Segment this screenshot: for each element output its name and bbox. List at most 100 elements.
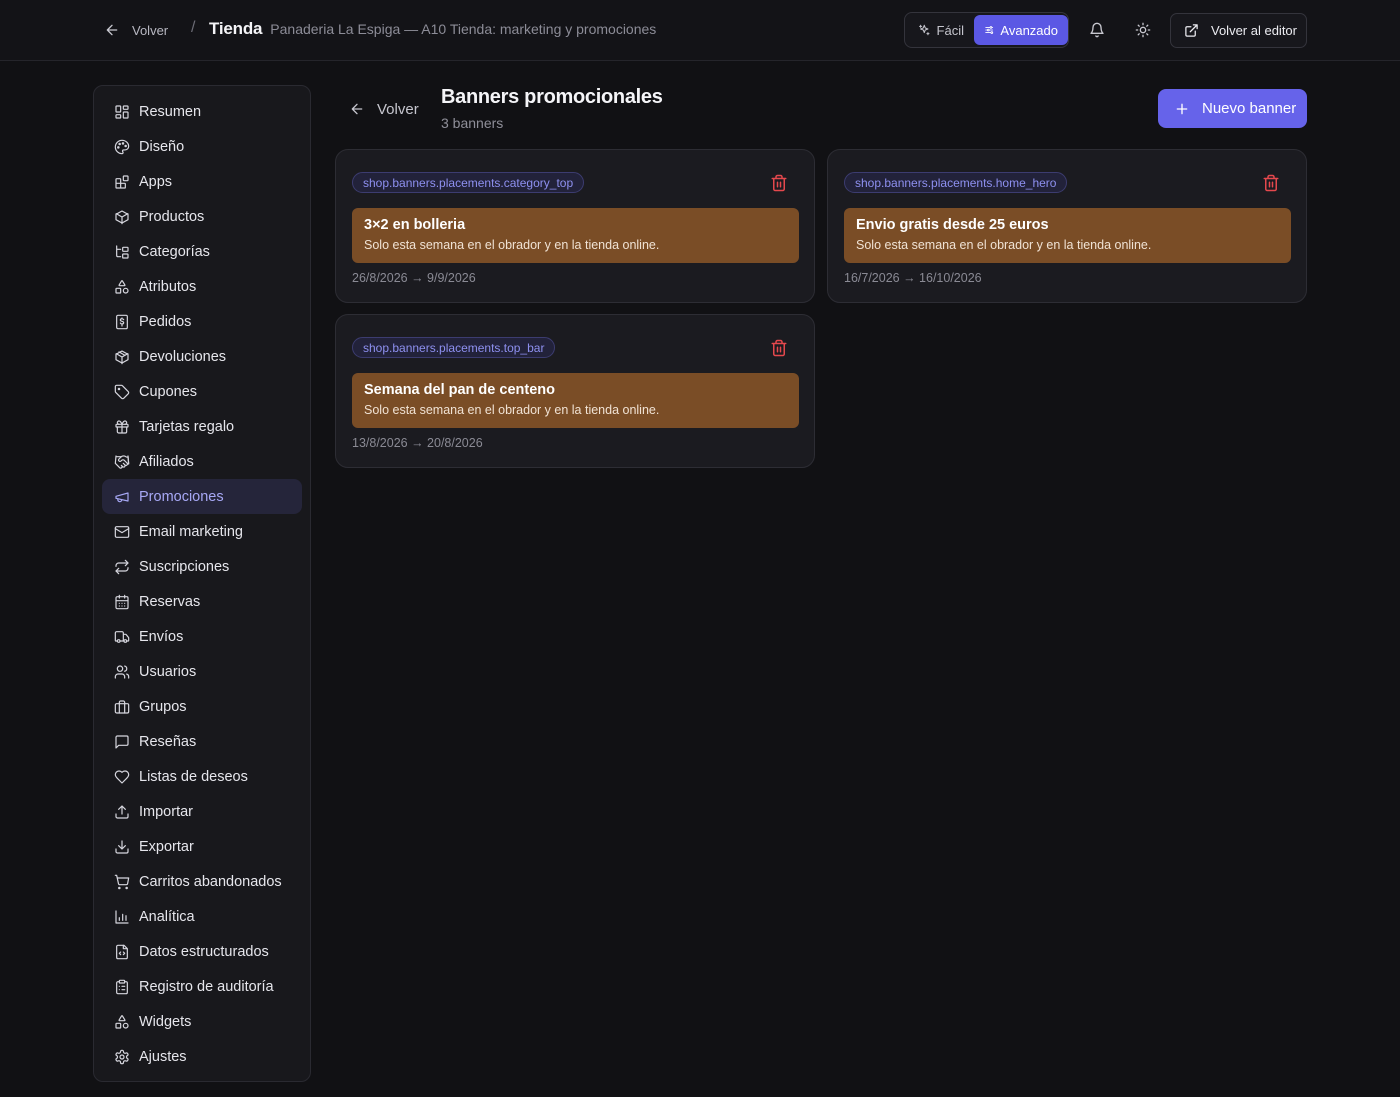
notifications-button[interactable] xyxy=(1085,18,1109,42)
top-back-label: Volver xyxy=(132,22,169,38)
sidebar-item-pedidos[interactable]: Pedidos xyxy=(102,304,302,339)
banner-preview[interactable]: Envio gratis desde 25 euros Solo esta sem… xyxy=(844,208,1291,263)
banner-count: 3 banners xyxy=(441,115,504,131)
sidebar-item-label: Datos estructurados xyxy=(139,943,269,960)
sidebar-item-label: Analítica xyxy=(139,908,195,925)
message-square-icon xyxy=(115,734,129,749)
sidebar-item-label: Resumen xyxy=(139,103,202,120)
sidebar-item-apps[interactable]: Apps xyxy=(102,164,302,199)
banner-date-range: 13/8/2026 → 20/8/2026 xyxy=(352,436,483,450)
sidebar-item-devoluciones[interactable]: Devoluciones xyxy=(102,339,302,374)
back-to-editor-label: Volver al editor xyxy=(1211,23,1297,38)
sidebar-item-importar[interactable]: Importar xyxy=(102,794,302,829)
users-icon xyxy=(114,664,130,679)
banner-text: Solo esta semana en el obrador y en la t… xyxy=(856,238,1152,252)
mode-easy-button[interactable]: Fácil xyxy=(908,15,974,45)
sidebar-item-analítica[interactable]: Analítica xyxy=(102,899,302,934)
new-banner-label: Nuevo banner xyxy=(1202,100,1297,117)
sidebar-item-datos-estructurados[interactable]: Datos estructurados xyxy=(102,934,302,969)
banner-preview[interactable]: Semana del pan de centeno Solo esta seman… xyxy=(352,373,799,428)
delete-banner-button[interactable] xyxy=(770,174,788,192)
sidebar-item-grupos[interactable]: Grupos xyxy=(102,689,302,724)
mail-icon xyxy=(114,525,130,538)
sidebar-item-email-marketing[interactable]: Email marketing xyxy=(102,514,302,549)
folder-tree-icon xyxy=(116,244,129,259)
sun-icon xyxy=(1135,22,1151,38)
placement-badge: shop.banners.placements.top_bar xyxy=(352,337,556,358)
sidebar-item-label: Listas de deseos xyxy=(139,768,248,785)
mode-easy-label: Fácil xyxy=(936,22,964,38)
sidebar-item-label: Tarjetas regalo xyxy=(139,418,235,435)
banner-text: Solo esta semana en el obrador y en la t… xyxy=(364,403,660,417)
receipt-icon xyxy=(116,314,128,329)
sidebar-item-promociones[interactable]: Promociones xyxy=(102,479,302,514)
sidebar-item-envíos[interactable]: Envíos xyxy=(102,619,302,654)
sidebar-item-label: Grupos xyxy=(139,698,187,715)
plus-icon xyxy=(1176,103,1188,114)
trash-icon xyxy=(771,339,787,357)
clipboard-list-icon xyxy=(116,979,128,994)
sidebar-item-afiliados[interactable]: Afiliados xyxy=(102,444,302,479)
sidebar-item-label: Reservas xyxy=(139,593,201,610)
sidebar-item-diseño[interactable]: Diseño xyxy=(102,129,302,164)
sidebar-item-label: Usuarios xyxy=(139,663,197,680)
sidebar-item-usuarios[interactable]: Usuarios xyxy=(102,654,302,689)
sidebar-item-label: Email marketing xyxy=(139,523,243,540)
external-link-icon xyxy=(1185,24,1198,37)
sidebar-nav: Resumen Diseño Apps Productos Categorías Atri… xyxy=(93,85,311,1082)
sidebar-item-categorías[interactable]: Categorías xyxy=(102,234,302,269)
sidebar-item-label: Devoluciones xyxy=(139,348,227,365)
sidebar-item-registro-de-auditoría[interactable]: Registro de auditoría xyxy=(102,969,302,1004)
sidebar-item-productos[interactable]: Productos xyxy=(102,199,302,234)
bar-chart-icon xyxy=(115,909,129,924)
shopping-cart-icon xyxy=(114,874,130,889)
placement-badge: shop.banners.placements.category_top xyxy=(352,172,585,193)
trash-icon xyxy=(1263,174,1279,192)
sidebar-item-tarjetas-regalo[interactable]: Tarjetas regalo xyxy=(102,409,302,444)
project-subtitle: Panaderia La Espiga — A10 Tienda: market… xyxy=(270,21,657,37)
arrow-left-icon xyxy=(106,24,118,36)
delete-banner-button[interactable] xyxy=(1262,174,1280,192)
banner-card: shop.banners.placements.top_bar Semana de… xyxy=(335,314,815,468)
sidebar-item-label: Registro de auditoría xyxy=(139,978,274,995)
placement-badge: shop.banners.placements.home_hero xyxy=(844,172,1068,193)
sidebar-item-label: Afiliados xyxy=(139,453,194,470)
sidebar-item-label: Exportar xyxy=(139,838,194,855)
sidebar-item-widgets[interactable]: Widgets xyxy=(102,1004,302,1039)
sidebar-item-label: Pedidos xyxy=(139,313,192,330)
sidebar-item-carritos-abandonados[interactable]: Carritos abandonados xyxy=(102,864,302,899)
banner-text: Solo esta semana en el obrador y en la t… xyxy=(364,238,660,252)
sparkles-icon xyxy=(919,24,930,36)
blocks-icon xyxy=(115,174,129,189)
sidebar-item-atributos[interactable]: Atributos xyxy=(102,269,302,304)
sidebar-item-exportar[interactable]: Exportar xyxy=(102,829,302,864)
top-bar: Volver / Tienda Panaderia La Espiga — A1… xyxy=(0,0,1400,61)
sidebar-item-resumen[interactable]: Resumen xyxy=(102,94,302,129)
sidebar-item-cupones[interactable]: Cupones xyxy=(102,374,302,409)
sidebar-item-label: Apps xyxy=(139,173,173,190)
theme-toggle-button[interactable] xyxy=(1131,18,1155,42)
app-title: Tienda xyxy=(209,19,263,38)
gift-icon xyxy=(115,419,129,434)
new-banner-button[interactable]: Nuevo banner xyxy=(1158,89,1307,128)
heart-icon xyxy=(114,769,130,784)
sidebar-item-reservas[interactable]: Reservas xyxy=(102,584,302,619)
sidebar-item-label: Suscripciones xyxy=(139,558,230,575)
layout-dashboard-icon xyxy=(115,104,129,119)
sidebar-item-reseñas[interactable]: Reseñas xyxy=(102,724,302,759)
main-back-button[interactable]: Volver xyxy=(349,98,419,120)
banner-preview[interactable]: 3×2 en bolleria Solo esta semana en el ob… xyxy=(352,208,799,263)
sidebar-item-listas-de-deseos[interactable]: Listas de deseos xyxy=(102,759,302,794)
banner-date-range: 26/8/2026 → 9/9/2026 xyxy=(352,271,476,285)
sidebar-item-ajustes[interactable]: Ajustes xyxy=(102,1039,302,1074)
banner-title: Envio gratis desde 25 euros xyxy=(856,217,1049,233)
top-back-button[interactable]: Volver xyxy=(104,19,168,41)
shapes-icon xyxy=(115,1014,129,1029)
sidebar-item-label: Ajustes xyxy=(139,1048,187,1065)
mode-switch: Fácil Avanzado xyxy=(904,12,1069,48)
delete-banner-button[interactable] xyxy=(770,339,788,357)
sidebar-item-label: Reseñas xyxy=(139,733,197,750)
back-to-editor-button[interactable]: Volver al editor xyxy=(1170,13,1307,48)
mode-advanced-button[interactable]: Avanzado xyxy=(974,15,1068,45)
sidebar-item-suscripciones[interactable]: Suscripciones xyxy=(102,549,302,584)
